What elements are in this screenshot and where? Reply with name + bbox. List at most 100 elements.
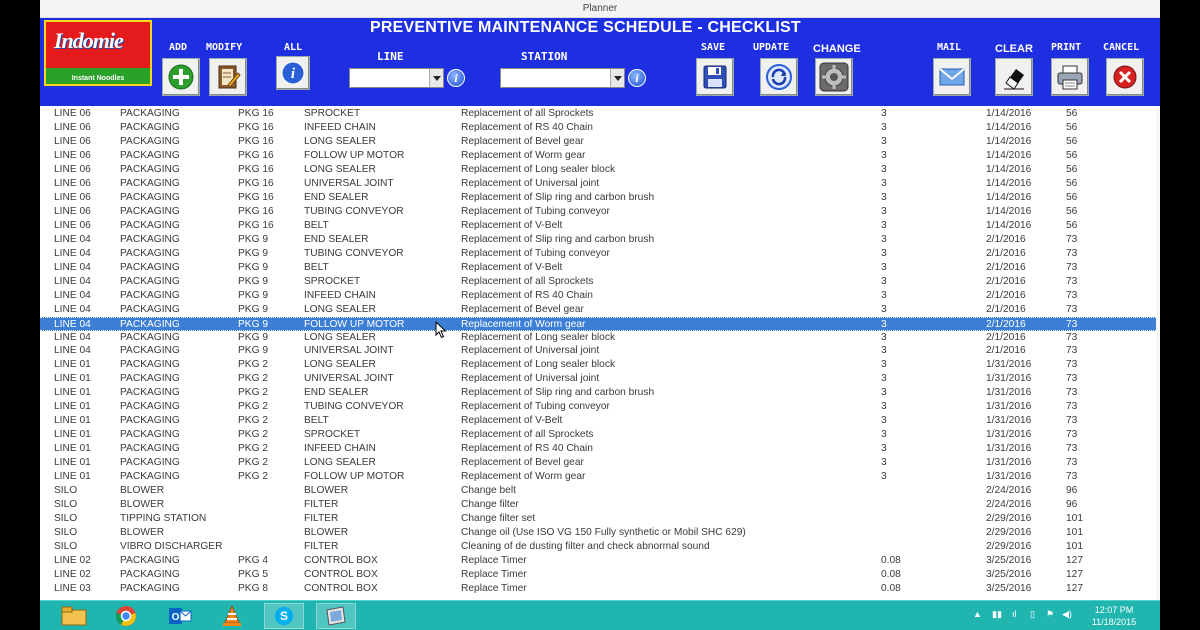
cell-due-date: 1/14/2016 (986, 177, 1032, 189)
cell-interval: 3 (881, 205, 887, 217)
add-button[interactable] (162, 58, 200, 96)
cell-due-date: 1/31/2016 (986, 359, 1032, 371)
line-select[interactable] (349, 68, 444, 88)
cell-interval: 0.08 (881, 555, 901, 567)
cell-week: 127 (1066, 582, 1083, 594)
table-row[interactable]: SILO VIBRO DISCHARGER FILTER Cleaning of de… (40, 540, 1160, 554)
cell-part: TUBING CONVEYOR (304, 401, 404, 413)
table-row[interactable]: LINE 06 PACKAGING PKG 16 LONG SEALER Replace… (40, 135, 1160, 149)
modify-button[interactable] (209, 58, 247, 96)
cell-interval: 3 (881, 303, 887, 315)
skype-icon[interactable]: S (264, 603, 304, 629)
print-button[interactable] (1051, 58, 1089, 96)
station-info-icon[interactable]: i (628, 69, 646, 87)
cell-activity: Replacement of Tubing conveyor (461, 247, 610, 259)
volume-icon[interactable]: ◀) (1062, 609, 1072, 620)
cell-activity: Replace Timer (461, 569, 527, 580)
clock-date: 11/18/2015 (1091, 617, 1137, 627)
chevron-down-icon[interactable] (610, 69, 624, 87)
table-row[interactable]: SILO TIPPING STATION FILTER Change filter s… (40, 512, 1160, 526)
modify-label: MODIFY (206, 42, 243, 53)
clear-button[interactable] (995, 58, 1033, 96)
save-label: SAVE (701, 42, 726, 53)
print-label: PRINT (1051, 42, 1082, 53)
network-icon[interactable]: ▮▮ (992, 609, 1002, 620)
table-row[interactable]: LINE 01 PACKAGING PKG 2 BELT Replacement of … (40, 414, 1160, 428)
table-row[interactable]: LINE 04 PACKAGING PKG 9 FOLLOW UP MOTOR Repl… (40, 316, 1160, 331)
show-hidden-icons[interactable]: ▲ (973, 609, 982, 619)
vlc-icon[interactable] (212, 603, 252, 629)
save-button[interactable] (696, 58, 734, 96)
table-row[interactable]: LINE 06 PACKAGING PKG 16 TUBING CONVEYOR Rep… (40, 205, 1160, 219)
cell-station: PACKAGING (120, 429, 180, 441)
table-row[interactable]: LINE 01 PACKAGING PKG 2 LONG SEALER Replacem… (40, 358, 1160, 372)
table-row[interactable]: LINE 04 PACKAGING PKG 9 LONG SEALER Replacem… (40, 331, 1160, 345)
signal-icon[interactable]: ıl (1012, 609, 1017, 619)
table-row[interactable]: LINE 04 PACKAGING PKG 9 UNIVERSAL JOINT Repl… (40, 344, 1160, 358)
table-row[interactable]: LINE 06 PACKAGING PKG 16 FOLLOW UP MOTOR Rep… (40, 149, 1160, 163)
cell-interval: 3 (881, 289, 887, 301)
table-row[interactable]: SILO BLOWER BLOWER Change belt 2/24/2016 96 (40, 484, 1160, 498)
table-row[interactable]: LINE 01 PACKAGING PKG 2 TUBING CONVEYOR Repl… (40, 400, 1160, 414)
table-row[interactable]: LINE 04 PACKAGING PKG 9 END SEALER Replaceme… (40, 233, 1160, 247)
chevron-down-icon[interactable] (429, 69, 443, 87)
table-row[interactable]: LINE 01 PACKAGING PKG 2 UNIVERSAL JOINT Repl… (40, 372, 1160, 386)
table-row[interactable]: LINE 01 PACKAGING PKG 2 LONG SEALER Replacem… (40, 456, 1160, 470)
cell-interval: 3 (881, 359, 887, 371)
table-row[interactable]: LINE 04 PACKAGING PKG 9 BELT Replacement of … (40, 261, 1160, 275)
table-row[interactable]: LINE 02 PACKAGING PKG 5 CONTROL BOX Replace … (40, 568, 1160, 582)
change-button[interactable] (815, 58, 853, 96)
line-info-icon[interactable]: i (447, 69, 465, 87)
table-row[interactable]: SILO BLOWER BLOWER Change oil (Use ISO VG 1… (40, 526, 1160, 540)
cell-due-date: 1/14/2016 (986, 191, 1032, 203)
cell-machine: PKG 16 (238, 149, 274, 161)
chrome-icon[interactable] (106, 603, 146, 629)
table-row[interactable]: LINE 01 PACKAGING PKG 2 INFEED CHAIN Replace… (40, 442, 1160, 456)
cell-due-date: 1/14/2016 (986, 163, 1032, 175)
cell-due-date: 1/31/2016 (986, 471, 1032, 483)
cell-part: UNIVERSAL JOINT (304, 373, 394, 385)
table-row[interactable]: LINE 06 PACKAGING PKG 16 SPROCKET Replacemen… (40, 107, 1160, 121)
cell-due-date: 3/25/2016 (986, 582, 1032, 594)
table-row[interactable]: LINE 06 PACKAGING PKG 16 UNIVERSAL JOINT Rep… (40, 177, 1160, 191)
table-row[interactable]: LINE 06 PACKAGING PKG 16 LONG SEALER Replace… (40, 163, 1160, 177)
cell-part: TUBING CONVEYOR (304, 247, 404, 259)
table-row[interactable]: LINE 02 PACKAGING PKG 4 CONTROL BOX Replace … (40, 554, 1160, 568)
table-row[interactable]: LINE 06 PACKAGING PKG 16 END SEALER Replacem… (40, 191, 1160, 205)
cell-activity: Replacement of Slip ring and carbon brus… (461, 191, 655, 203)
table-row[interactable]: LINE 01 PACKAGING PKG 2 FOLLOW UP MOTOR Repl… (40, 470, 1160, 484)
table-row[interactable]: LINE 04 PACKAGING PKG 9 INFEED CHAIN Replace… (40, 289, 1160, 303)
cell-station: TIPPING STATION (120, 513, 207, 525)
table-row[interactable]: LINE 04 PACKAGING PKG 9 TUBING CONVEYOR Repl… (40, 247, 1160, 261)
all-button[interactable]: i (276, 56, 310, 90)
table-row[interactable]: LINE 03 PACKAGING PKG 8 CONTROL BOX Replace … (40, 582, 1160, 596)
toolbar: Indomie Instant Noodles PREVENTIVE MAINT… (40, 18, 1160, 106)
table-row[interactable]: LINE 06 PACKAGING PKG 16 BELT Replacement of… (40, 219, 1160, 233)
logo-subtitle: Instant Noodles (71, 75, 125, 82)
outlook-icon[interactable]: O (160, 603, 200, 629)
cell-machine: PKG 2 (238, 387, 269, 399)
cell-week: 56 (1066, 163, 1078, 175)
table-row[interactable]: LINE 04 PACKAGING PKG 9 SPROCKET Replacement… (40, 275, 1160, 289)
cell-due-date: 2/1/2016 (986, 303, 1026, 315)
mail-button[interactable] (933, 58, 971, 96)
cell-part: FOLLOW UP MOTOR (304, 149, 405, 161)
table-row[interactable]: LINE 04 PACKAGING PKG 9 LONG SEALER Replacem… (40, 303, 1160, 317)
table-row[interactable]: SILO BLOWER FILTER Change filter 2/24/2016 96 (40, 498, 1160, 512)
table-scrollbar[interactable] (1156, 106, 1160, 600)
cell-interval: 3 (881, 149, 887, 161)
table-row[interactable]: LINE 01 PACKAGING PKG 2 END SEALER Replaceme… (40, 386, 1160, 400)
table-row[interactable]: LINE 01 PACKAGING PKG 2 SPROCKET Replacement… (40, 428, 1160, 442)
power-icon[interactable]: ▯ (1030, 609, 1035, 620)
update-button[interactable] (760, 58, 798, 96)
cell-line: SILO (54, 485, 78, 497)
flag-icon[interactable]: ⚑ (1046, 609, 1054, 620)
cell-part: FILTER (304, 513, 339, 525)
table-row[interactable]: LINE 06 PACKAGING PKG 16 INFEED CHAIN Replac… (40, 121, 1160, 135)
system-clock[interactable]: 12:07 PM 11/18/2015 (1084, 604, 1144, 628)
cell-machine: PKG 16 (238, 135, 274, 147)
file-explorer-icon[interactable] (54, 603, 94, 629)
station-select[interactable] (500, 68, 625, 88)
planner-icon[interactable] (316, 603, 356, 629)
cancel-button[interactable] (1106, 58, 1144, 96)
